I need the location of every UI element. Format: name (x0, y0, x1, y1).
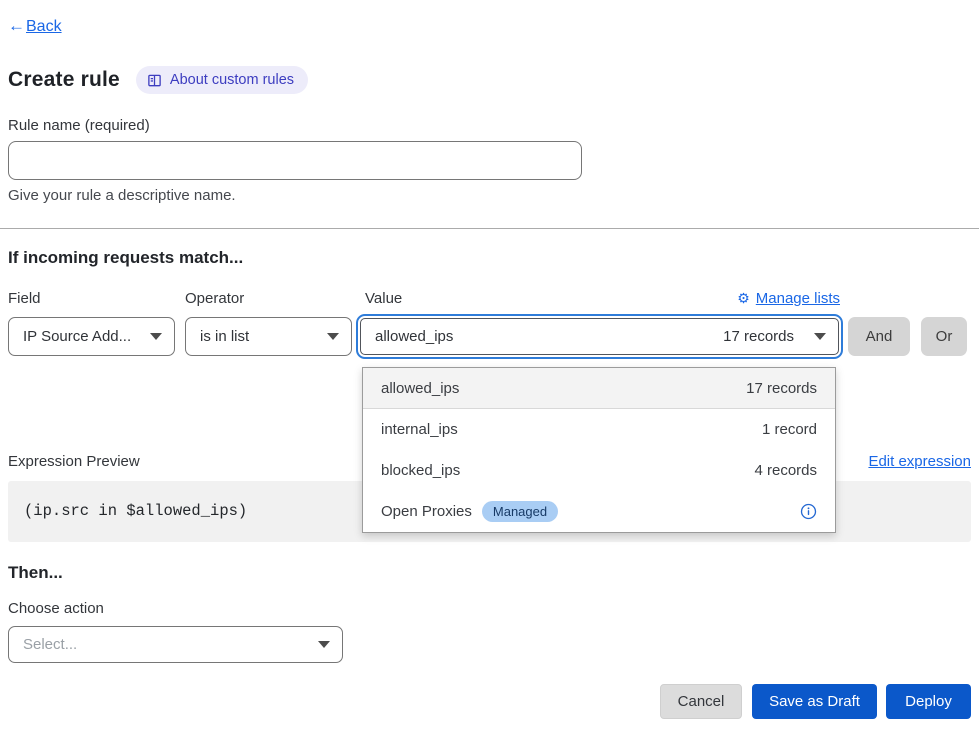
list-option-name: Open Proxies (381, 503, 472, 520)
rule-name-label: Rule name (required) (8, 117, 150, 134)
back-arrow-icon: ← (8, 16, 25, 35)
operator-label: Operator (185, 290, 244, 307)
or-button[interactable]: Or (921, 317, 967, 356)
rule-name-helper-text: Give your rule a descriptive name. (8, 187, 236, 204)
rule-name-input[interactable] (8, 141, 582, 180)
cancel-button[interactable]: Cancel (660, 684, 742, 719)
value-label: Value (365, 290, 402, 307)
book-icon (147, 73, 162, 88)
info-icon[interactable] (800, 503, 817, 520)
expression-code: (ip.src in $allowed_ips) (24, 481, 247, 542)
manage-lists-label: Manage lists (756, 290, 840, 307)
list-option-name: blocked_ips (381, 462, 460, 479)
expression-preview-label: Expression Preview (8, 453, 140, 470)
page-title: Create rule (8, 68, 120, 92)
list-option-records: 17 records (746, 380, 817, 397)
edit-expression-link[interactable]: Edit expression (868, 453, 971, 470)
create-rule-page: ←Back Create rule About custom rules Rul… (0, 0, 979, 739)
field-select-value: IP Source Add... (23, 328, 142, 345)
value-select-selected-name: allowed_ips (375, 328, 723, 345)
managed-badge: Managed (482, 501, 558, 522)
list-option-internal-ips[interactable]: internal_ips 1 record (363, 409, 835, 450)
back-link[interactable]: ←Back (8, 16, 62, 36)
value-select[interactable]: allowed_ips 17 records (356, 314, 843, 359)
gear-icon: ⚙ (737, 290, 750, 307)
title-row: Create rule About custom rules (8, 66, 308, 94)
chevron-down-icon (814, 333, 826, 340)
save-as-draft-button[interactable]: Save as Draft (752, 684, 877, 719)
list-option-open-proxies[interactable]: Open Proxies Managed (363, 491, 835, 532)
value-dropdown-menu: allowed_ips 17 records internal_ips 1 re… (362, 367, 836, 533)
manage-lists-link[interactable]: ⚙ Manage lists (737, 290, 840, 307)
list-option-name: allowed_ips (381, 380, 459, 397)
operator-select-value: is in list (200, 328, 319, 345)
action-select-placeholder: Select... (23, 636, 310, 653)
list-option-name: internal_ips (381, 421, 458, 438)
field-select[interactable]: IP Source Add... (8, 317, 175, 356)
list-option-records: 1 record (762, 421, 817, 438)
chevron-down-icon (327, 333, 339, 340)
list-option-allowed-ips[interactable]: allowed_ips 17 records (363, 368, 835, 409)
about-custom-rules-link[interactable]: About custom rules (136, 66, 308, 94)
then-section-heading: Then... (8, 563, 63, 583)
chevron-down-icon (150, 333, 162, 340)
deploy-button[interactable]: Deploy (886, 684, 971, 719)
value-select-selected-records: 17 records (723, 328, 794, 345)
operator-select[interactable]: is in list (185, 317, 352, 356)
and-button[interactable]: And (848, 317, 910, 356)
choose-action-label: Choose action (8, 600, 104, 617)
match-section-heading: If incoming requests match... (8, 248, 243, 268)
chevron-down-icon (318, 641, 330, 648)
list-option-blocked-ips[interactable]: blocked_ips 4 records (363, 450, 835, 491)
field-label: Field (8, 290, 41, 307)
back-link-label: Back (26, 18, 62, 35)
value-select-inner: allowed_ips 17 records (360, 318, 839, 355)
section-divider (0, 228, 979, 229)
list-option-records: 4 records (754, 462, 817, 479)
about-custom-rules-label: About custom rules (170, 72, 294, 88)
action-select[interactable]: Select... (8, 626, 343, 663)
